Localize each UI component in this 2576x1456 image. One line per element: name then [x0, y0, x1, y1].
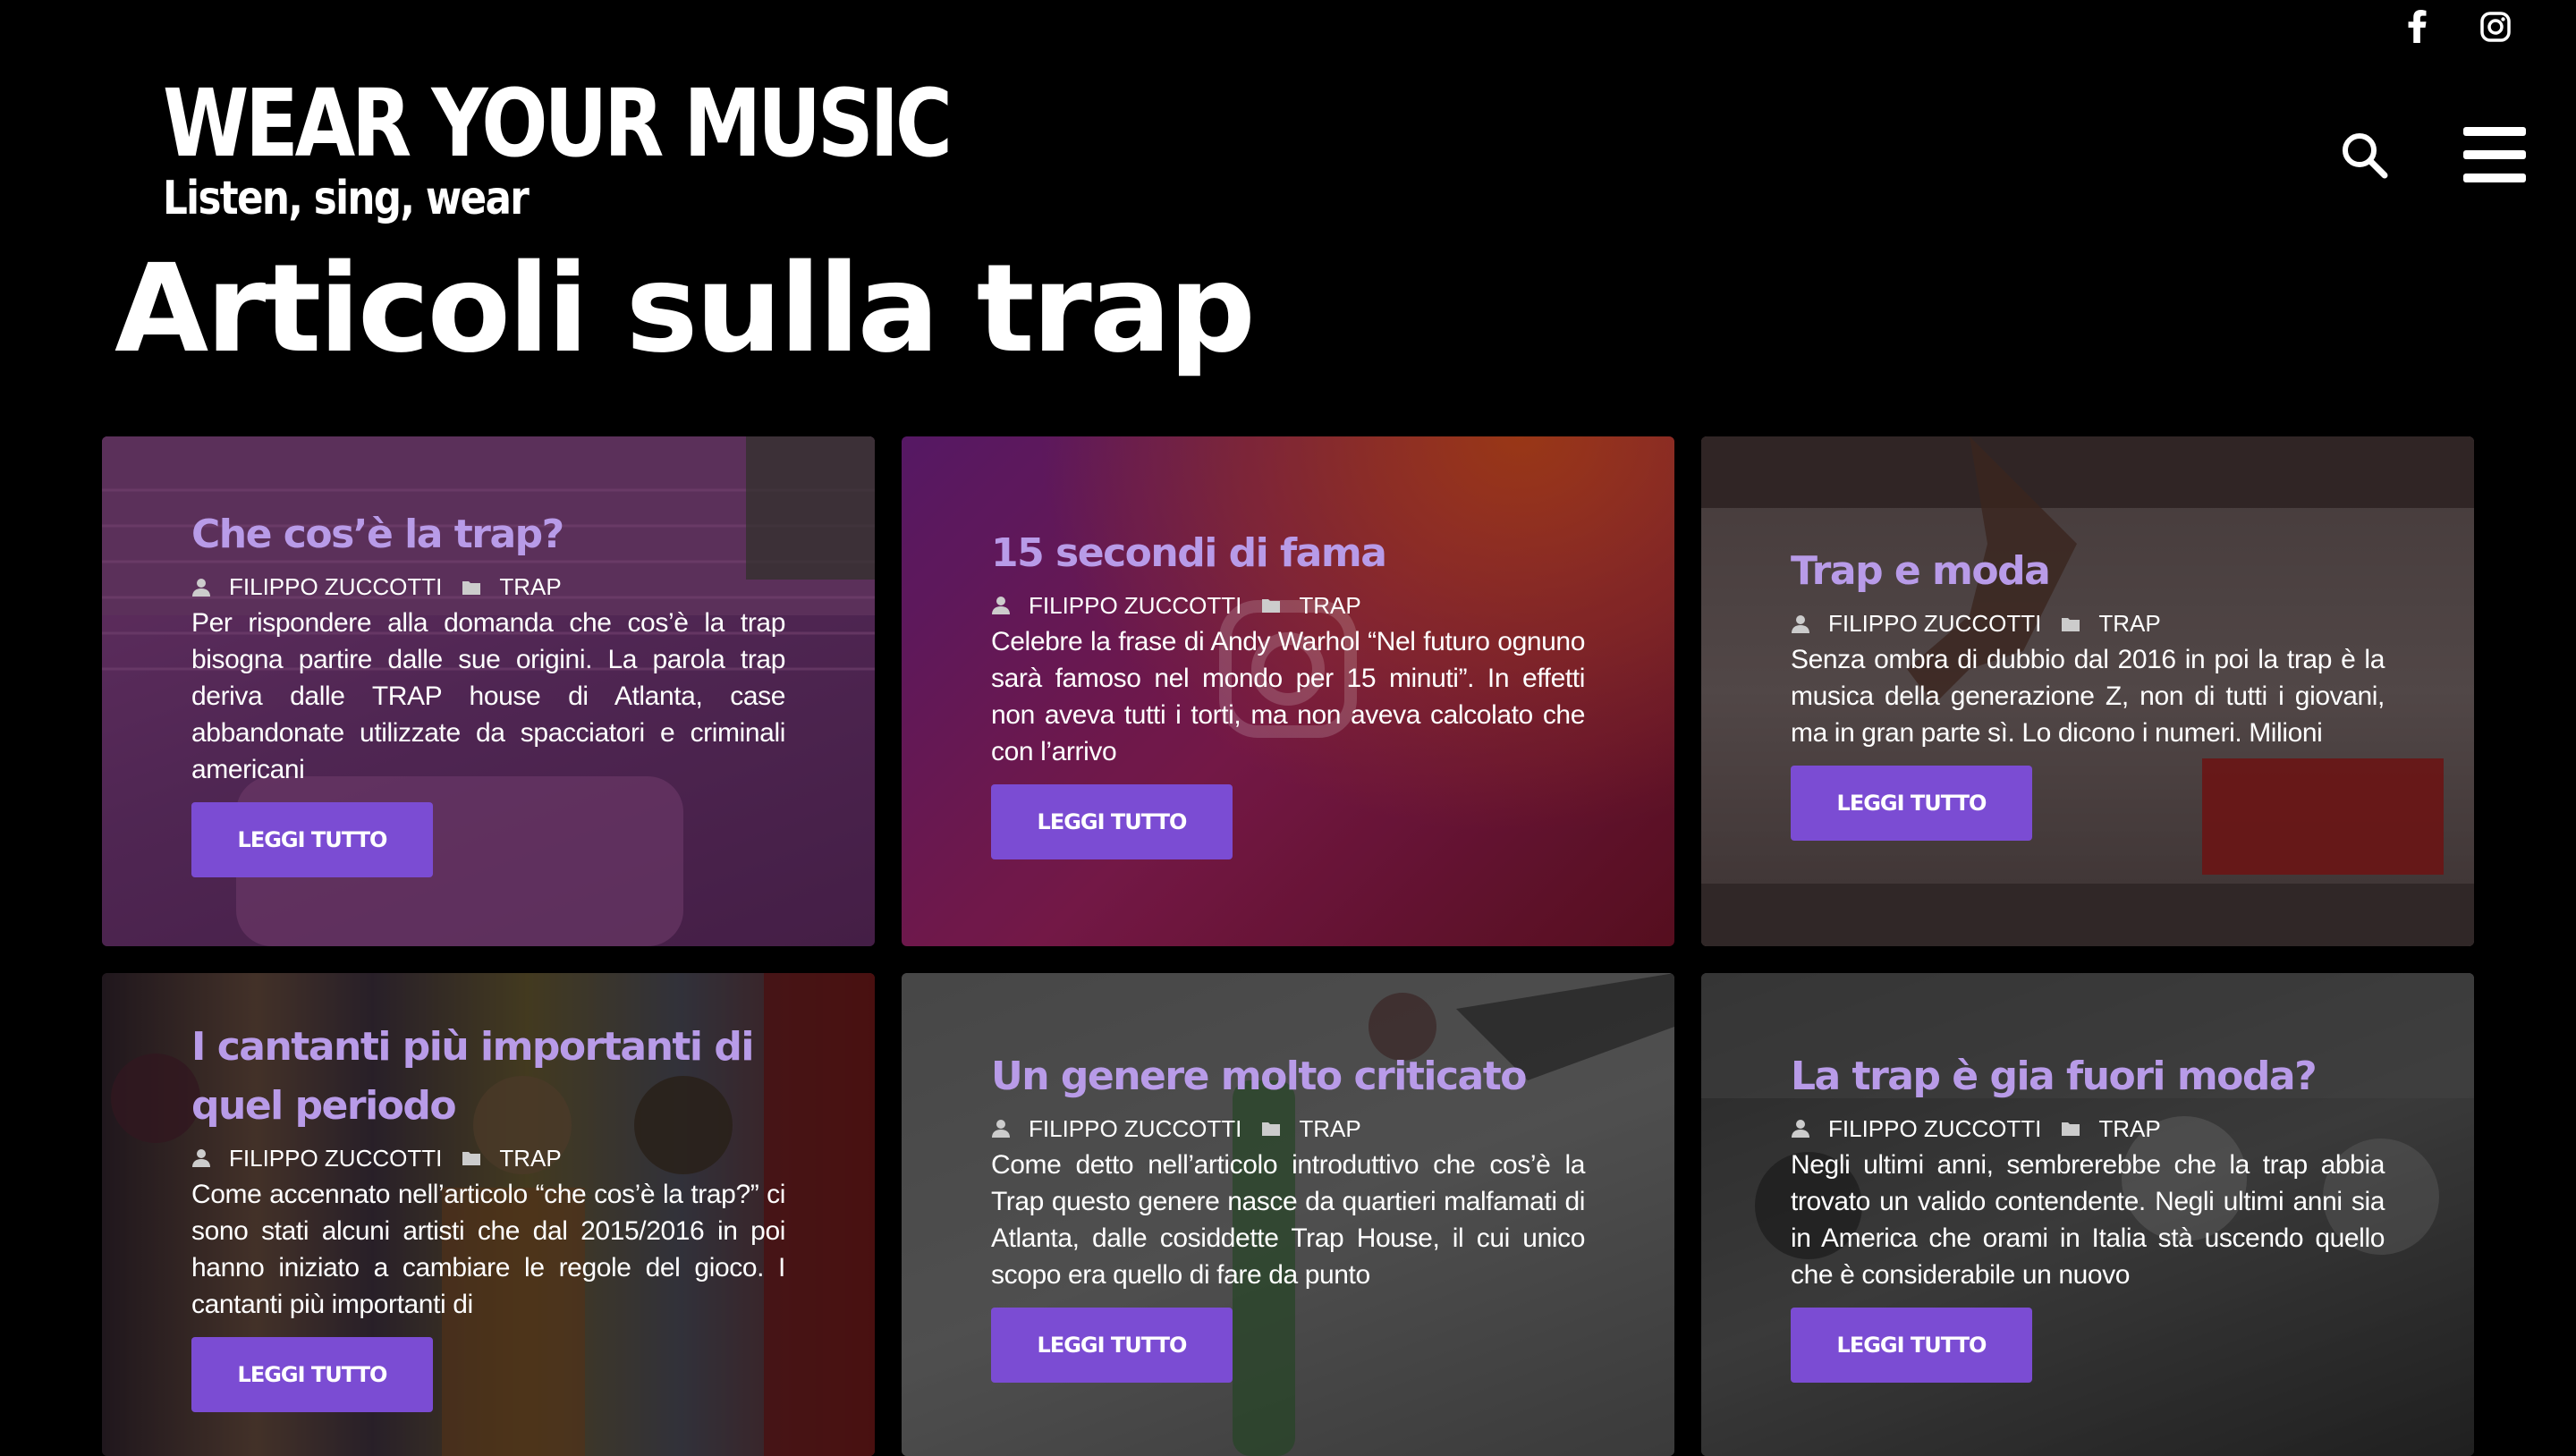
- article-author[interactable]: FILIPPO ZUCCOTTI: [1029, 1115, 1241, 1143]
- article-meta: FILIPPO ZUCCOTTI TRAP: [191, 1145, 785, 1172]
- folder-icon: [1262, 1122, 1281, 1136]
- user-icon: [1792, 614, 1809, 633]
- article-excerpt: Celebre la frase di Andy Warhol “Nel fut…: [991, 626, 1585, 766]
- read-more-button[interactable]: LEGGI TUTTO: [191, 1336, 433, 1412]
- user-icon: [192, 1149, 210, 1167]
- search-icon[interactable]: [2340, 131, 2388, 179]
- article-excerpt: Come accennato nell’articolo “che cos’è …: [191, 1179, 785, 1319]
- user-icon: [992, 1120, 1010, 1138]
- article-meta: FILIPPO ZUCCOTTI TRAP: [991, 592, 1585, 620]
- article-grid: Che cos’è la trap? FILIPPO ZUCCOTTI TRAP…: [102, 436, 2474, 1456]
- instagram-icon[interactable]: [2478, 9, 2513, 45]
- article-excerpt: Come detto nell’articolo introduttivo ch…: [991, 1149, 1585, 1290]
- read-more-button[interactable]: LEGGI TUTTO: [191, 802, 433, 877]
- header-actions: [2340, 127, 2526, 182]
- folder-icon: [2062, 617, 2080, 631]
- article-excerpt: Per rispondere alla domanda che cos’è la…: [191, 608, 785, 784]
- folder-icon: [2062, 1122, 2080, 1136]
- read-more-button[interactable]: LEGGI TUTTO: [1791, 766, 2032, 841]
- article-title[interactable]: Che cos’è la trap?: [191, 505, 785, 564]
- article-author[interactable]: FILIPPO ZUCCOTTI: [1029, 592, 1241, 620]
- article-category[interactable]: TRAP: [2098, 1115, 2160, 1143]
- article-card[interactable]: Un genere molto criticato FILIPPO ZUCCOT…: [902, 973, 1674, 1456]
- article-author[interactable]: FILIPPO ZUCCOTTI: [1828, 1115, 2041, 1143]
- article-category[interactable]: TRAP: [499, 1145, 561, 1172]
- article-category[interactable]: TRAP: [499, 573, 561, 601]
- site-title[interactable]: WEAR YOUR MUSIC: [163, 77, 953, 170]
- read-more-button[interactable]: LEGGI TUTTO: [991, 1307, 1233, 1383]
- user-icon: [992, 597, 1010, 614]
- article-card[interactable]: Trap e moda FILIPPO ZUCCOTTI TRAP Senza …: [1701, 436, 2474, 946]
- read-more-button[interactable]: LEGGI TUTTO: [991, 783, 1233, 859]
- user-icon: [192, 578, 210, 597]
- article-meta: FILIPPO ZUCCOTTI TRAP: [991, 1115, 1585, 1143]
- article-author[interactable]: FILIPPO ZUCCOTTI: [229, 573, 442, 601]
- folder-icon: [462, 1152, 481, 1165]
- read-more-button[interactable]: LEGGI TUTTO: [1791, 1307, 2032, 1383]
- page-title: Articoli sulla trap: [114, 239, 1256, 380]
- article-author[interactable]: FILIPPO ZUCCOTTI: [229, 1145, 442, 1172]
- facebook-icon[interactable]: [2399, 9, 2435, 45]
- article-category[interactable]: TRAP: [1299, 592, 1360, 620]
- article-title[interactable]: Un genere molto criticato: [991, 1047, 1585, 1106]
- article-title[interactable]: La trap è gia fuori moda?: [1791, 1047, 2385, 1106]
- article-card[interactable]: 15 secondi di fama FILIPPO ZUCCOTTI TRAP…: [902, 436, 1674, 946]
- folder-icon: [1262, 599, 1281, 613]
- article-author[interactable]: FILIPPO ZUCCOTTI: [1828, 610, 2041, 638]
- social-links: [2399, 9, 2513, 45]
- article-card[interactable]: La trap è gia fuori moda? FILIPPO ZUCCOT…: [1701, 973, 2474, 1456]
- article-meta: FILIPPO ZUCCOTTI TRAP: [191, 573, 785, 601]
- article-title[interactable]: Trap e moda: [1791, 542, 2385, 601]
- article-excerpt: Negli ultimi anni, sembrerebbe che la tr…: [1791, 1149, 2385, 1290]
- article-meta: FILIPPO ZUCCOTTI TRAP: [1791, 1115, 2385, 1143]
- article-meta: FILIPPO ZUCCOTTI TRAP: [1791, 610, 2385, 638]
- folder-icon: [462, 580, 481, 595]
- hamburger-menu-icon[interactable]: [2463, 127, 2526, 182]
- site-logo[interactable]: WEAR YOUR MUSIC Listen, sing, wear: [163, 77, 1098, 222]
- user-icon: [1792, 1120, 1809, 1138]
- article-category[interactable]: TRAP: [2098, 610, 2160, 638]
- article-card[interactable]: Che cos’è la trap? FILIPPO ZUCCOTTI TRAP…: [102, 436, 875, 946]
- article-title[interactable]: I cantanti più importanti di quel period…: [191, 1018, 785, 1136]
- site-tagline: Listen, sing, wear: [163, 172, 530, 225]
- article-card[interactable]: I cantanti più importanti di quel period…: [102, 973, 875, 1456]
- article-excerpt: Senza ombra di dubbio dal 2016 in poi la…: [1791, 645, 2385, 748]
- article-category[interactable]: TRAP: [1299, 1115, 1360, 1143]
- article-title[interactable]: 15 secondi di fama: [991, 524, 1585, 583]
